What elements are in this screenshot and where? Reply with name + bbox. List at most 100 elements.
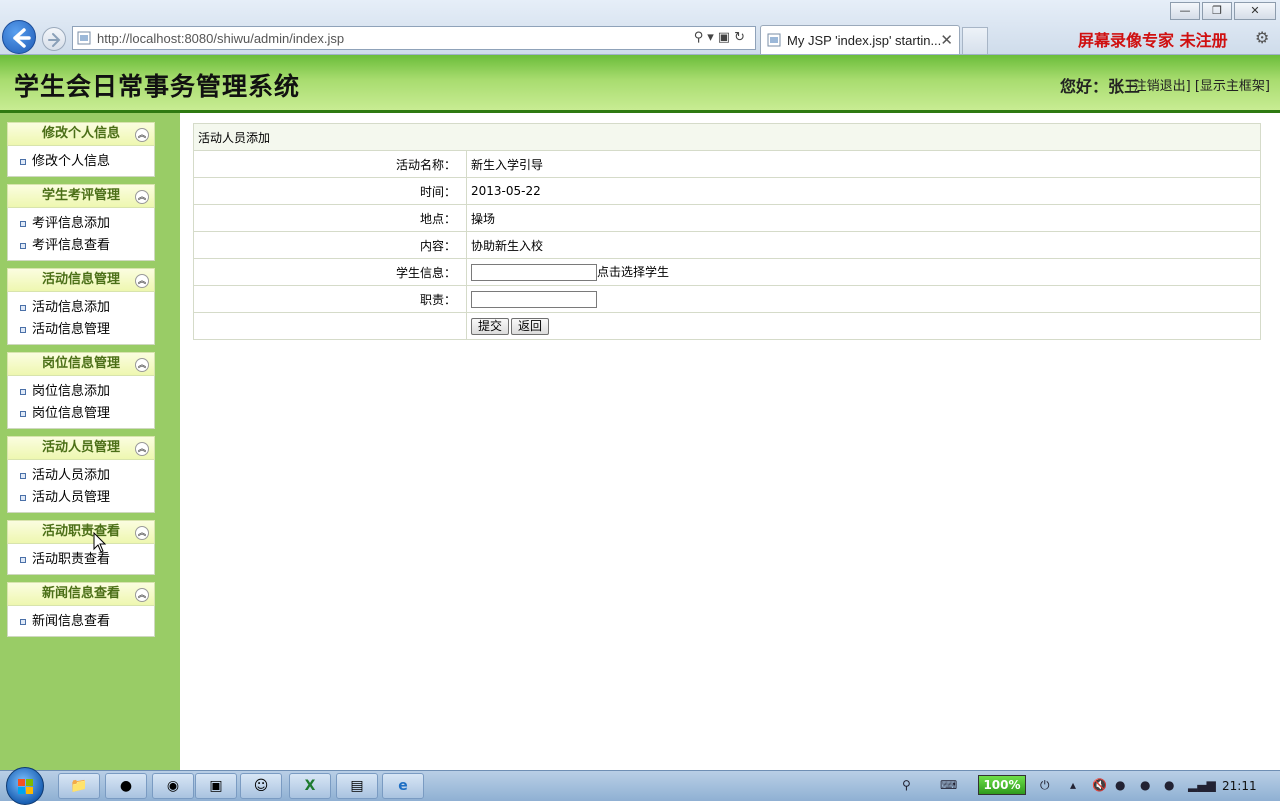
collapse-icon[interactable]: ︽	[135, 442, 149, 456]
address-tools[interactable]: ⚲▾▣↻	[694, 30, 749, 45]
app-title: 学生会日常事务管理系统	[14, 72, 301, 101]
menu-group-header[interactable]: 修改个人信息 ︽	[7, 122, 155, 146]
sidebar-item-edit-profile[interactable]: 修改个人信息	[8, 152, 154, 174]
forward-arrow-icon	[48, 33, 61, 47]
volume-icon[interactable]: 🔇	[1092, 778, 1107, 792]
sidebar-item-manage-activity[interactable]: 活动信息管理	[8, 320, 154, 342]
sidebar-item-view-duty[interactable]: 活动职责查看	[8, 550, 154, 572]
app-taskbar-button[interactable]: ▣	[195, 773, 237, 799]
menu-group-title: 活动人员管理	[41, 440, 120, 455]
bullet-icon	[20, 411, 26, 417]
firefox-taskbar-button[interactable]: ●	[105, 773, 147, 799]
menu-group-title: 学生考评管理	[41, 188, 120, 203]
recorder-watermark: 屏幕录像专家 未注册	[1078, 31, 1228, 50]
bullet-icon	[20, 619, 26, 625]
bullet-icon	[20, 495, 26, 501]
keyboard-icon[interactable]: ⌨	[940, 778, 957, 792]
sidebar-item-manage-position[interactable]: 岗位信息管理	[8, 404, 154, 426]
sidebar-item-manage-staff[interactable]: 活动人员管理	[8, 488, 154, 510]
browser-tab[interactable]: My JSP 'index.jsp' startin... ✕	[760, 25, 960, 54]
menu-group-position: 岗位信息管理 ︽ 岗位信息添加 岗位信息管理	[7, 352, 155, 429]
back-button[interactable]	[2, 20, 36, 54]
sidebar-item-add-activity[interactable]: 活动信息添加	[8, 298, 154, 320]
address-bar[interactable]: http://localhost:8080/shiwu/admin/index.…	[72, 26, 756, 50]
app-icon: ▣	[209, 778, 223, 794]
collapse-icon[interactable]: ︽	[135, 190, 149, 204]
sidebar-item-label: 新闻信息查看	[32, 614, 111, 629]
menu-group-evaluation: 学生考评管理 ︽ 考评信息添加 考评信息查看	[7, 184, 155, 261]
restore-button[interactable]: ❐	[1202, 2, 1232, 20]
back-button-form[interactable]: 返回	[511, 317, 550, 335]
forward-button[interactable]	[42, 27, 66, 51]
media-taskbar-button[interactable]: ◉	[152, 773, 194, 799]
empty-label-cell	[193, 312, 467, 340]
collapse-icon[interactable]: ︽	[135, 526, 149, 540]
sidebar-item-label: 考评信息查看	[32, 238, 111, 253]
notepad-icon: ▤	[350, 778, 364, 794]
sidebar-item-view-news[interactable]: 新闻信息查看	[8, 612, 154, 634]
qq-icon-2[interactable]: ●	[1140, 778, 1150, 792]
collapse-icon[interactable]: ︽	[135, 358, 149, 372]
close-window-button[interactable]: ✕	[1234, 2, 1276, 20]
firefox-icon: ●	[119, 778, 133, 794]
url-text[interactable]: http://localhost:8080/shiwu/admin/index.…	[97, 31, 344, 46]
gear-icon[interactable]: ⚙	[1255, 28, 1269, 47]
duty-input[interactable]	[471, 290, 597, 308]
logout-link[interactable]: [注销退出]	[1129, 79, 1191, 94]
sidebar-item-add-staff[interactable]: 活动人员添加	[8, 466, 154, 488]
power-icon[interactable]: ⏻	[1040, 778, 1050, 793]
select-student-link[interactable]: 点击选择学生	[597, 265, 669, 279]
minimize-button[interactable]: —	[1170, 2, 1200, 20]
add-staff-form: 活动人员添加 活动名称： 新生入学引导 时间： 2013-05-22 地点： 操…	[193, 123, 1261, 340]
content-label: 内容：	[193, 231, 467, 259]
dropdown-icon[interactable]: ▾	[707, 30, 718, 45]
menu-group-header[interactable]: 学生考评管理 ︽	[7, 184, 155, 208]
menu-group-header[interactable]: 活动人员管理 ︽	[7, 436, 155, 460]
collapse-icon[interactable]: ︽	[135, 274, 149, 288]
form-row: 地点： 操场	[193, 204, 1261, 232]
search-icon[interactable]: ⚲	[694, 30, 708, 45]
collapse-icon[interactable]: ︽	[135, 588, 149, 602]
student-info-input[interactable]	[471, 264, 597, 281]
excel-icon: X	[304, 778, 316, 794]
refresh-icon[interactable]: ↻	[734, 30, 749, 45]
menu-group-activity: 活动信息管理 ︽ 活动信息添加 活动信息管理	[7, 268, 155, 345]
close-tab-icon[interactable]: ✕	[940, 31, 953, 49]
bullet-icon	[20, 305, 26, 311]
qq-icon[interactable]: ●	[1115, 778, 1125, 792]
notepad-taskbar-button[interactable]: ▤	[336, 773, 378, 799]
system-clock[interactable]: 21:11	[1222, 779, 1257, 793]
media-icon: ◉	[166, 778, 180, 794]
excel-taskbar-button[interactable]: X	[289, 773, 331, 799]
submit-button[interactable]: 提交	[471, 317, 510, 335]
show-main-frame-link[interactable]: [显示主框架]	[1195, 79, 1270, 94]
battery-indicator[interactable]: 100%	[978, 775, 1026, 795]
sidebar-item-label: 岗位信息管理	[32, 406, 111, 421]
menu-group-header[interactable]: 岗位信息管理 ︽	[7, 352, 155, 376]
network-signal-icon[interactable]: ▂▄▆	[1188, 778, 1216, 792]
sidebar: 修改个人信息 ︽ 修改个人信息 学生考评管理 ︽ 考评信息添加 考评信息查看 活…	[0, 113, 180, 770]
explorer-taskbar-button[interactable]: 📁	[58, 773, 100, 799]
menu-group-title: 修改个人信息	[41, 126, 120, 141]
sidebar-item-add-evaluation[interactable]: 考评信息添加	[8, 214, 154, 236]
location-value: 操场	[466, 204, 1261, 232]
bullet-icon	[20, 327, 26, 333]
menu-group-header[interactable]: 活动职责查看 ︽	[7, 520, 155, 544]
bullet-icon	[20, 159, 26, 165]
menu-group-header[interactable]: 新闻信息查看 ︽	[7, 582, 155, 606]
new-tab-button[interactable]	[962, 27, 988, 54]
qq-icon-3[interactable]: ●	[1164, 778, 1174, 792]
usb-icon[interactable]: ⚲	[902, 778, 911, 792]
sidebar-item-view-evaluation[interactable]: 考评信息查看	[8, 236, 154, 258]
menu-group-title: 岗位信息管理	[41, 356, 120, 371]
compat-view-icon[interactable]: ▣	[718, 30, 734, 45]
chat-taskbar-button[interactable]: ☺	[240, 773, 282, 799]
form-actions-row: 提交 返回	[193, 312, 1261, 340]
bullet-icon	[20, 473, 26, 479]
ie-taskbar-button[interactable]: e	[382, 773, 424, 799]
sidebar-item-add-position[interactable]: 岗位信息添加	[8, 382, 154, 404]
collapse-icon[interactable]: ︽	[135, 128, 149, 142]
menu-group-header[interactable]: 活动信息管理 ︽	[7, 268, 155, 292]
start-button[interactable]	[6, 767, 44, 805]
show-hidden-icons[interactable]: ▴	[1070, 778, 1076, 792]
